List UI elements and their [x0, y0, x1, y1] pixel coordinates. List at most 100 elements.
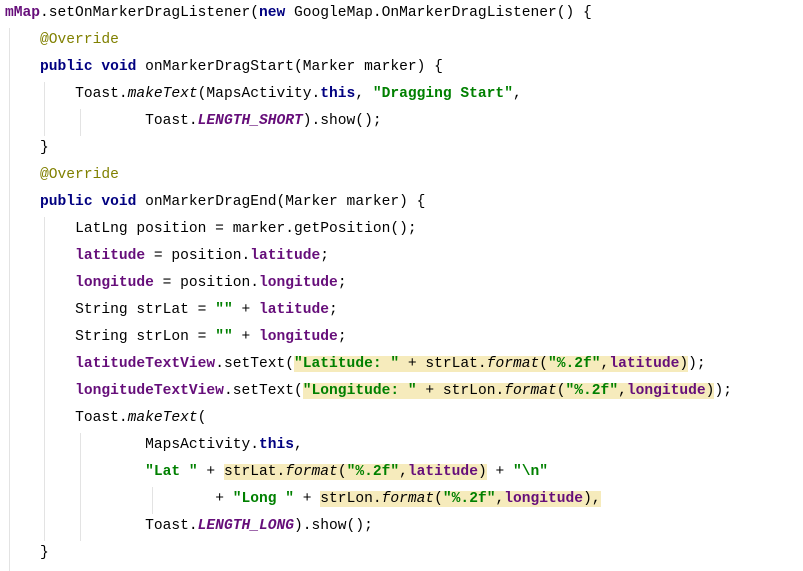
code-line[interactable]: String strLon = "" + longitude;: [5, 324, 732, 351]
code-token: ): [477, 464, 487, 480]
code-token: latitudeTextView: [75, 356, 216, 372]
code-token: .setText(: [215, 356, 295, 372]
indent-guide: [80, 109, 81, 136]
code-token: format: [381, 491, 435, 507]
code-line[interactable]: Toast.makeText(MapsActivity.this, "Dragg…: [5, 81, 732, 108]
code-line[interactable]: longitude = position.longitude;: [5, 270, 732, 297]
code-token: latitude: [258, 302, 330, 318]
code-token: ;: [329, 302, 338, 318]
code-token: longitude: [626, 383, 706, 399]
code-token: latitude: [407, 464, 478, 480]
code-token: = position.: [145, 248, 251, 264]
code-line[interactable]: public void onMarkerDragStart(Marker mar…: [5, 54, 732, 81]
code-token: Toast.: [75, 410, 128, 426]
code-token: .setOnMarkerDragListener(: [40, 5, 259, 21]
code-token: onMarkerDragStart(Marker marker) {: [136, 59, 443, 75]
code-token: longitudeTextView: [75, 383, 224, 399]
indent-guide: [44, 82, 45, 136]
code-line[interactable]: latitude = position.latitude;: [5, 243, 732, 270]
code-token: format: [285, 464, 338, 480]
code-token: "": [215, 329, 233, 345]
code-token: longitude: [504, 491, 584, 507]
code-editor[interactable]: mMap.setOnMarkerDragListener(new GoogleM…: [5, 0, 732, 567]
code-token: this: [258, 437, 295, 453]
code-token: ,: [600, 356, 610, 372]
code-line[interactable]: MapsActivity.this,: [5, 432, 732, 459]
code-token: "Latitude: ": [294, 356, 400, 372]
code-line[interactable]: longitudeTextView.setText("Longitude: " …: [5, 378, 732, 405]
code-token: = position.: [153, 275, 259, 291]
code-token: "Lat ": [145, 464, 198, 480]
indent-guide: [9, 28, 10, 571]
code-token: ),: [583, 491, 601, 507]
code-line[interactable]: @Override: [5, 27, 732, 54]
code-token: ).show();: [302, 113, 382, 129]
code-token: String strLon =: [75, 329, 216, 345]
code-token: +: [232, 329, 259, 345]
code-token: "Dragging Start": [372, 86, 513, 102]
code-line[interactable]: Toast.LENGTH_LONG).show();: [5, 513, 732, 540]
code-token: @Override: [40, 167, 119, 183]
code-line[interactable]: + "Long " + strLon.format("%.2f",longitu…: [5, 486, 732, 513]
code-token: ;: [320, 248, 330, 264]
code-token: GoogleMap.OnMarkerDragListener() {: [285, 5, 592, 21]
code-token: LENGTH_SHORT: [197, 113, 303, 129]
code-line[interactable]: mMap.setOnMarkerDragListener(new GoogleM…: [5, 0, 732, 27]
code-token: "%.2f": [548, 356, 601, 372]
code-token: (: [337, 464, 347, 480]
code-line[interactable]: Toast.LENGTH_SHORT).show();: [5, 108, 732, 135]
code-token: strLat.: [223, 464, 286, 480]
code-token: "": [215, 302, 233, 318]
code-line[interactable]: LatLng position = marker.getPosition();: [5, 216, 732, 243]
code-token: }: [40, 545, 49, 561]
code-line[interactable]: String strLat = "" + latitude;: [5, 297, 732, 324]
code-line[interactable]: }: [5, 135, 732, 162]
code-token: (: [434, 491, 443, 507]
code-token: ,: [618, 383, 627, 399]
code-token: );: [688, 356, 706, 372]
code-token: "%.2f": [346, 464, 400, 480]
code-token: mMap: [5, 5, 41, 21]
code-token: + strLat.: [399, 356, 487, 372]
code-line[interactable]: latitudeTextView.setText("Latitude: " + …: [5, 351, 732, 378]
code-token: longitude: [258, 329, 338, 345]
code-token: public void: [40, 194, 137, 210]
code-token: onMarkerDragEnd(Marker marker) {: [136, 194, 426, 210]
code-token: ;: [337, 329, 347, 345]
code-line[interactable]: }: [5, 540, 732, 567]
code-line[interactable]: public void onMarkerDragEnd(Marker marke…: [5, 189, 732, 216]
code-token: }: [40, 140, 49, 156]
code-token: (: [197, 410, 207, 426]
code-token: ,: [512, 86, 522, 102]
code-token: longitude: [258, 275, 338, 291]
code-token: "\n": [513, 464, 549, 480]
code-token: "%.2f": [565, 383, 619, 399]
code-token: ;: [337, 275, 347, 291]
code-line[interactable]: "Lat " + strLat.format("%.2f",latitude) …: [5, 459, 732, 486]
code-token: ): [679, 356, 689, 372]
code-token: +: [294, 491, 321, 507]
code-token: format: [486, 356, 540, 372]
code-token: strLon.: [320, 491, 382, 507]
code-token: );: [714, 383, 732, 399]
code-token: format: [504, 383, 557, 399]
code-token: String strLat =: [75, 302, 216, 318]
code-token: "%.2f": [442, 491, 496, 507]
code-line[interactable]: Toast.makeText(: [5, 405, 732, 432]
code-token: Toast.: [145, 518, 198, 534]
code-token: "Long ": [232, 491, 295, 507]
code-line[interactable]: @Override: [5, 162, 732, 189]
